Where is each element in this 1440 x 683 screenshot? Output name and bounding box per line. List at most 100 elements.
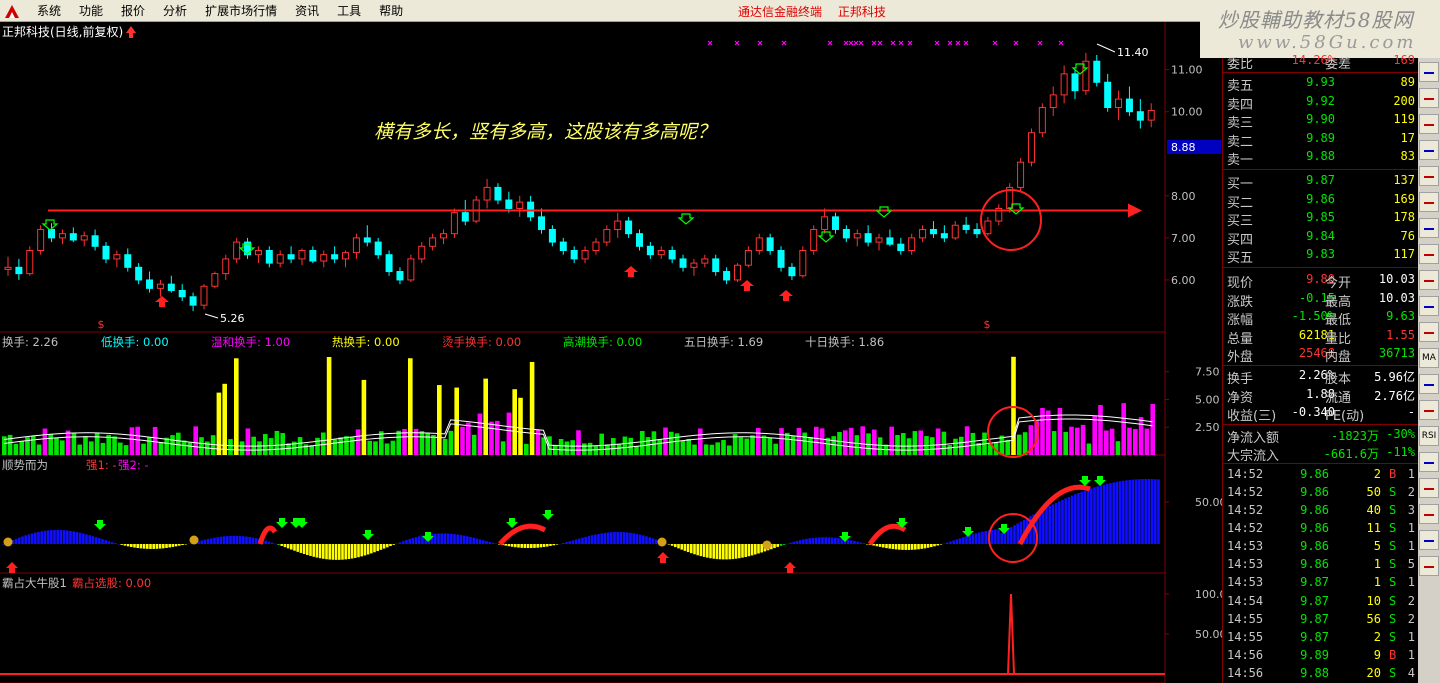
chart-svg[interactable]: 正邦科技(日线,前复权) 11.00 10.00 8.00 7.00 6.00 横有多长，竖…	[0, 22, 1222, 683]
oscillator-bar	[162, 544, 165, 549]
toolbar-button[interactable]	[1419, 192, 1439, 212]
toolbar-button[interactable]	[1419, 504, 1439, 524]
toolbar-button[interactable]	[1419, 62, 1439, 82]
oscillator-bar	[949, 541, 952, 544]
oscillator-bar	[277, 544, 280, 545]
menu-item[interactable]: 扩展市场行情	[196, 0, 286, 22]
volume-bar	[692, 444, 697, 455]
flow-value: -661.6万	[1323, 446, 1379, 461]
volume-bar	[761, 435, 767, 455]
menu-item[interactable]: 功能	[70, 0, 112, 22]
bid-price: 9.84	[1306, 228, 1335, 243]
toolbar-button[interactable]	[1419, 296, 1439, 316]
oscillator-bar	[699, 544, 703, 557]
oscillator-bar	[536, 544, 539, 548]
oscillator-bar	[837, 538, 840, 544]
ask-row[interactable]: 卖五 9.93 89	[1223, 74, 1419, 94]
bid-row[interactable]: 买五 9.83 117	[1223, 246, 1419, 266]
stat-label: 现价	[1227, 276, 1254, 291]
trend-down-signal-icon	[506, 518, 518, 528]
volume-bar	[518, 397, 523, 455]
rsi-button[interactable]: RSI	[1419, 426, 1439, 446]
candle-body	[777, 250, 785, 268]
stat-label: 内盘	[1325, 350, 1352, 366]
toolbar-button[interactable]	[1419, 244, 1439, 264]
oscillator-bar	[850, 540, 853, 544]
toolbar-button[interactable]	[1419, 88, 1439, 108]
trend-y-label: 50.00	[1195, 496, 1222, 509]
volume-bar	[773, 443, 778, 455]
menu-item[interactable]: 报价	[112, 0, 154, 22]
menu-item[interactable]: 系统	[28, 0, 70, 22]
toolbar-button[interactable]	[1419, 556, 1439, 576]
menu-item[interactable]: 资讯	[286, 0, 328, 22]
oscillator-bar	[123, 544, 127, 546]
candle-body	[450, 212, 458, 235]
candle-body	[1049, 94, 1057, 109]
oscillator-bar	[933, 544, 936, 547]
chart-area[interactable]: 正邦科技(日线,前复权) 11.00 10.00 8.00 7.00 6.00 横有多长，竖…	[0, 22, 1222, 683]
oscillator-bar	[914, 544, 917, 550]
ask-row[interactable]: 卖三 9.90 119	[1223, 111, 1419, 131]
oscillator-bar	[466, 536, 469, 544]
toolbar-button[interactable]	[1419, 400, 1439, 420]
ask-price: 9.89	[1306, 130, 1335, 145]
marker-icon	[898, 40, 904, 46]
bid-row[interactable]: 买二 9.86 169	[1223, 191, 1419, 211]
toolbar-button[interactable]	[1419, 218, 1439, 238]
tick-time: 14:53	[1227, 575, 1264, 590]
menu-item[interactable]: 分析	[154, 0, 196, 22]
toolbar-button[interactable]	[1419, 374, 1439, 394]
volume-bar	[1046, 410, 1051, 455]
stat-row: 涨幅 -1.50% 最低 9.63	[1223, 308, 1419, 328]
candle-body	[494, 186, 502, 201]
toolbar-button[interactable]	[1419, 478, 1439, 498]
volume-bar	[582, 443, 587, 455]
stat-label: 换手	[1227, 372, 1254, 387]
oscillator-bar	[168, 544, 171, 548]
toolbar-button[interactable]	[1419, 530, 1439, 550]
candle-body	[657, 250, 665, 256]
macd-button[interactable]: MA	[1419, 348, 1439, 368]
oscillator-bar	[875, 544, 879, 547]
tick-row: 14:55 9.87 56 S 2	[1223, 611, 1419, 629]
tick-side: B	[1389, 647, 1397, 662]
ask-row[interactable]: 卖一 9.88 83	[1223, 148, 1419, 168]
oscillator-bar	[718, 544, 722, 560]
ask-row[interactable]: 卖二 9.89 17	[1223, 130, 1419, 150]
oscillator-bar	[344, 544, 347, 560]
oscillator-bar	[981, 531, 984, 544]
tick-volume: 2	[1373, 466, 1381, 481]
oscillator-bar	[366, 544, 370, 555]
oscillator-bar	[1080, 491, 1083, 544]
tick-count: 1	[1407, 521, 1415, 536]
low-pointer	[204, 313, 219, 319]
ask-label: 卖四	[1227, 97, 1254, 113]
tick-price: 9.89	[1300, 647, 1329, 662]
marker-icon	[1037, 40, 1043, 46]
toolbar-button[interactable]	[1419, 140, 1439, 160]
toolbar-button[interactable]	[1419, 322, 1439, 342]
volume-bar	[756, 427, 761, 455]
menu-item[interactable]: 工具	[328, 0, 370, 22]
volume-bar	[616, 443, 622, 455]
toolbar-button[interactable]	[1419, 166, 1439, 186]
oscillator-bar	[1154, 479, 1157, 544]
toolbar-button[interactable]	[1419, 114, 1439, 134]
toolbar-button[interactable]	[1419, 270, 1439, 290]
bid-row[interactable]: 买三 9.85 178	[1223, 209, 1419, 229]
oscillator-bar	[722, 544, 725, 560]
tick-volume: 40	[1366, 503, 1381, 517]
oscillator-bar	[571, 540, 575, 544]
oscillator-bar	[251, 537, 255, 544]
toolbar-button[interactable]	[1419, 452, 1439, 472]
ask-row[interactable]: 卖四 9.92 200	[1223, 93, 1419, 113]
menu-item[interactable]: 帮助	[370, 0, 412, 22]
bid-row[interactable]: 买一 9.87 137	[1223, 172, 1419, 192]
stat-value: 9.63	[1386, 309, 1415, 324]
oscillator-bar	[1115, 481, 1119, 544]
tick-side: S	[1389, 484, 1397, 499]
bid-row[interactable]: 买四 9.84 76	[1223, 228, 1419, 248]
stat-label: 涨跌	[1227, 294, 1254, 310]
tick-side: S	[1389, 557, 1397, 572]
